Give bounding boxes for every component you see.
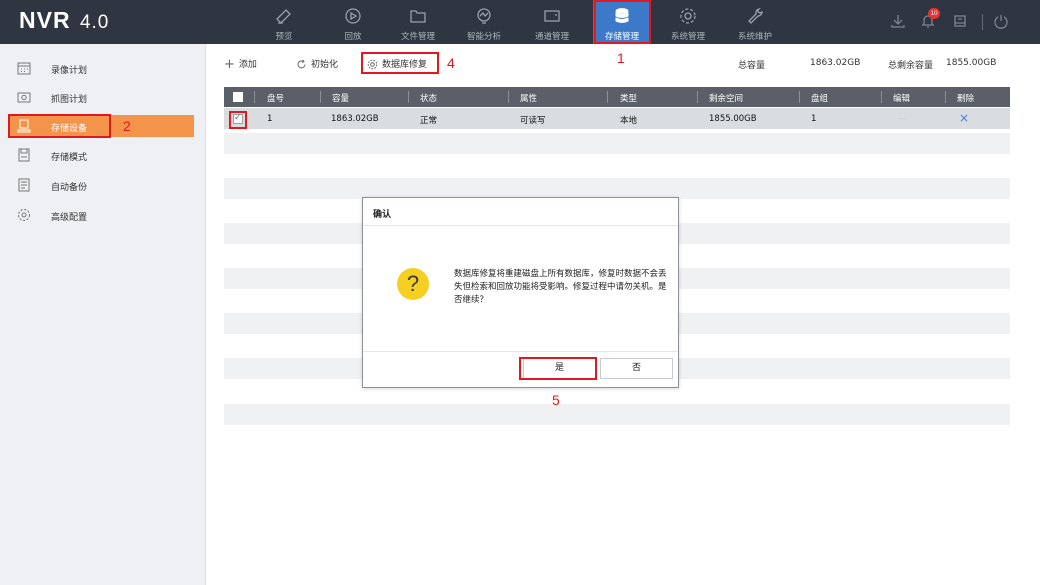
table-header: 盘号 容量 状态 属性 类型 剩余空间 盘组 编辑 删除 (224, 87, 1010, 107)
nav-preview[interactable]: 预览 (255, 0, 313, 44)
sidebar-item-snapshot-schedule[interactable]: 抓图计划 (0, 86, 194, 108)
select-all-checkbox[interactable] (233, 92, 243, 102)
dialog-message: 数据库修复将重建磁盘上所有数据库，修复时数据不会丢失但检索和回放功能将受影响。修… (454, 269, 667, 305)
cell-attribute: 可读写 (520, 116, 546, 126)
calendar-icon (17, 62, 31, 75)
camera-icon (276, 9, 291, 24)
power-icon[interactable] (992, 12, 1010, 30)
snapshot-icon (17, 92, 31, 103)
plus-icon: + (224, 57, 235, 72)
playback-icon (345, 8, 361, 24)
cell-disk-group: 1 (811, 114, 817, 124)
col-capacity: 容量 (332, 94, 350, 104)
no-button[interactable]: 否 (600, 358, 673, 379)
annotation-label-5: 5 (552, 392, 560, 408)
col-disk-number: 盘号 (267, 94, 285, 104)
cell-free-space: 1855.00GB (709, 114, 757, 124)
advanced-gear-icon (18, 209, 30, 221)
toolbar-divider (982, 14, 983, 30)
empty-row (224, 178, 1010, 199)
nav-system-management[interactable]: 系统管理 (659, 0, 717, 44)
dialog-title: 确认 (363, 198, 678, 226)
nav-playback[interactable]: 回放 (324, 0, 382, 44)
annotation-box-1 (594, 0, 651, 44)
empty-row (224, 133, 1010, 154)
annotation-box-3 (229, 111, 247, 129)
analytics-icon (477, 8, 491, 24)
alarm-icon[interactable] (951, 12, 969, 30)
delete-icon[interactable]: × (959, 111, 969, 125)
sidebar-item-record-schedule[interactable]: 录像计划 (0, 57, 194, 79)
nav-channel-management[interactable]: 通道管理 (523, 0, 581, 44)
cell-status: 正常 (420, 116, 438, 126)
refresh-icon (297, 59, 306, 69)
cell-capacity: 1863.02GB (331, 114, 379, 124)
col-type: 类型 (620, 94, 638, 104)
add-button[interactable]: + 添加 (224, 57, 257, 72)
question-icon: ? (397, 268, 429, 300)
notification-badge: 10 (928, 8, 940, 19)
app-logo: NVR 4.0 (19, 7, 110, 33)
channel-icon (544, 10, 560, 22)
initialize-button[interactable]: 初始化 (296, 57, 338, 70)
annotation-label-1: 1 (617, 50, 625, 66)
total-free-value: 1855.00GB (946, 58, 997, 68)
annotation-label-2: 2 (123, 118, 131, 134)
top-bar: NVR 4.0 预览 回放 文件管理 智能分析 通道管理 存储管理 系统管理 系… (0, 0, 1040, 44)
dialog-divider (363, 351, 678, 352)
col-attribute: 属性 (520, 94, 538, 104)
total-capacity-label: 总容量 (738, 61, 766, 71)
sidebar-item-auto-backup[interactable]: 自动备份 (0, 174, 194, 196)
nav-file-management[interactable]: 文件管理 (389, 0, 447, 44)
annotation-box-2 (8, 114, 111, 138)
annotation-box-4 (361, 52, 439, 74)
disk-icon (18, 148, 30, 162)
backup-icon (18, 178, 30, 192)
col-free-space: 剩余空间 (709, 94, 744, 104)
col-status: 状态 (420, 94, 438, 104)
edit-icon[interactable]: — (898, 114, 907, 124)
annotation-label-4: 4 (447, 55, 455, 71)
folder-icon (410, 10, 426, 23)
gear-icon (680, 8, 696, 24)
cell-disk-number: 1 (267, 114, 273, 124)
empty-row (224, 404, 1010, 425)
col-delete: 删除 (957, 94, 975, 104)
total-free-label: 总剩余容量 (888, 61, 934, 71)
nav-system-maintenance[interactable]: 系统维护 (726, 0, 784, 44)
sidebar-item-storage-mode[interactable]: 存储模式 (0, 144, 194, 166)
total-capacity-value: 1863.02GB (810, 58, 861, 68)
download-icon[interactable] (889, 12, 907, 30)
cell-type: 本地 (620, 116, 638, 126)
wrench-icon (748, 7, 763, 24)
nav-smart-analysis[interactable]: 智能分析 (455, 0, 513, 44)
sidebar-item-advanced-config[interactable]: 高级配置 (0, 204, 194, 226)
table-row[interactable]: 1 1863.02GB 正常 可读写 本地 1855.00GB 1 — × (224, 108, 1010, 129)
col-disk-group: 盘组 (811, 94, 829, 104)
col-edit: 编辑 (893, 94, 911, 104)
annotation-box-5 (519, 357, 597, 380)
